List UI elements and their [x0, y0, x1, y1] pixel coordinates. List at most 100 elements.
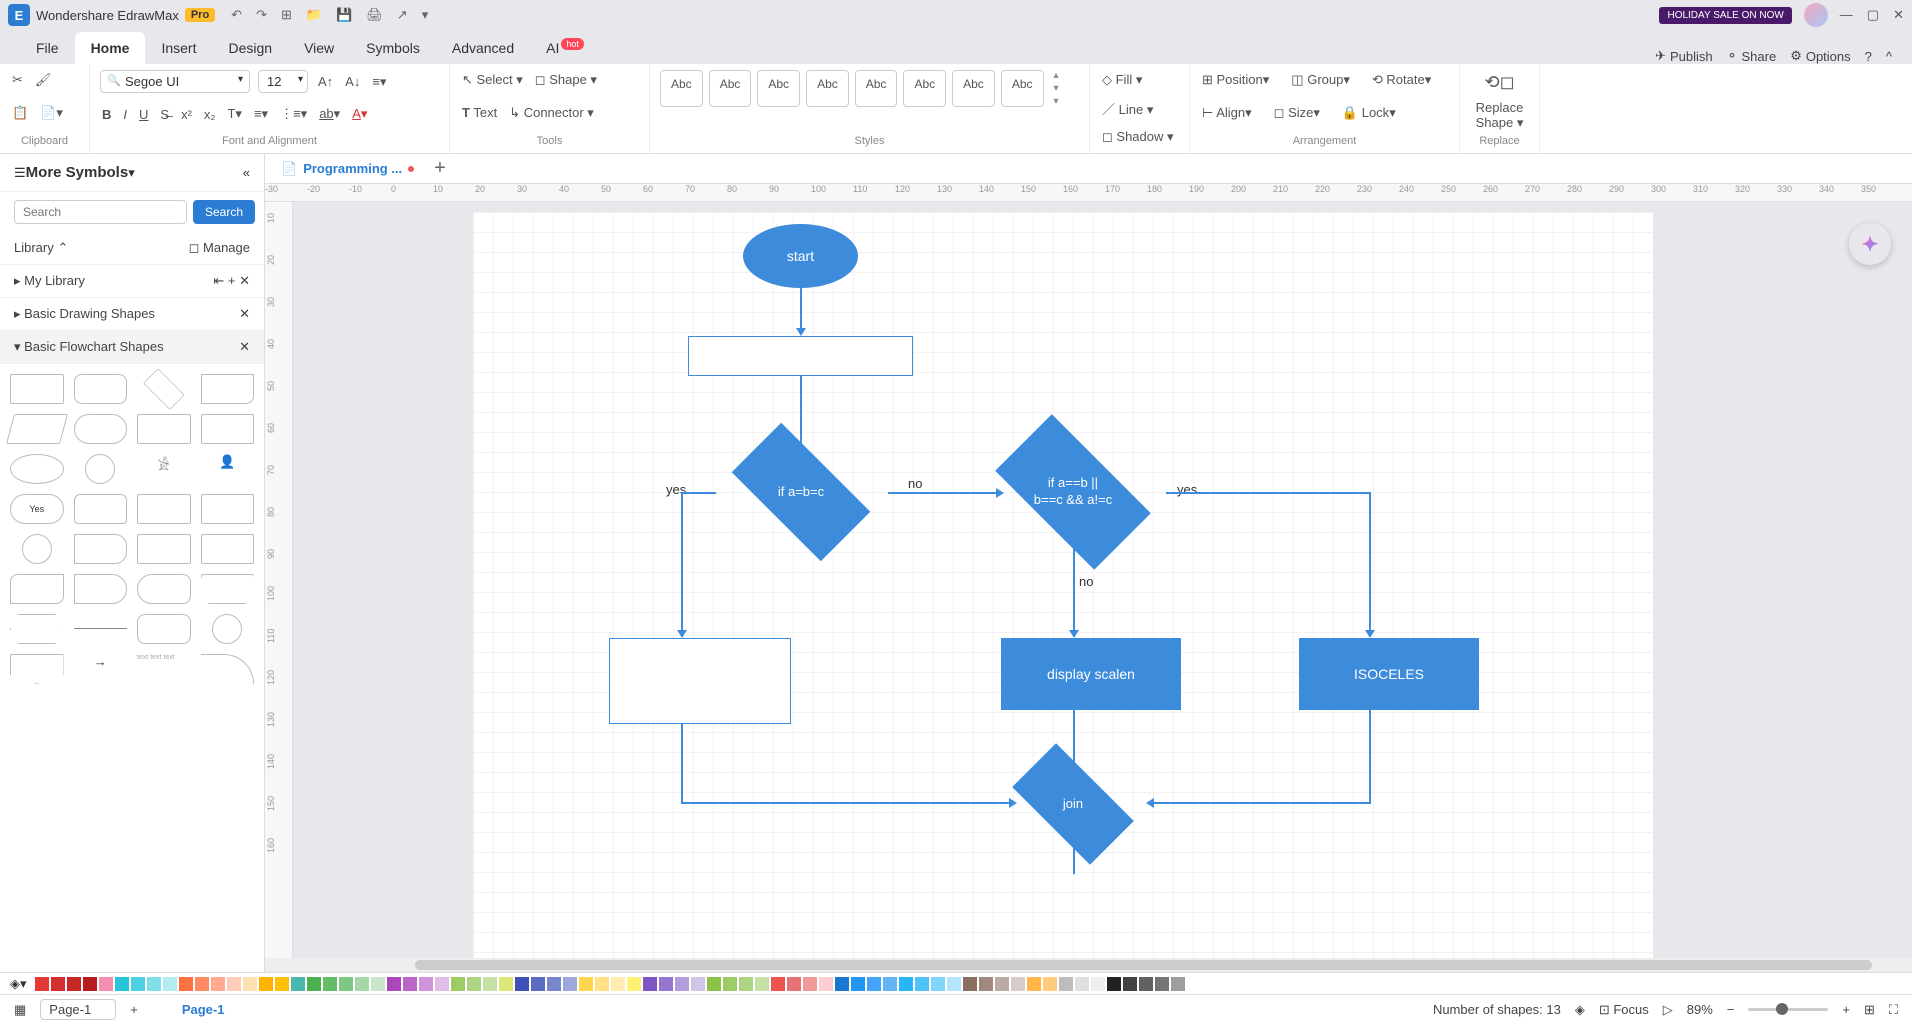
focus-button[interactable]: ⊡ Focus	[1599, 1002, 1649, 1018]
shape-search-button[interactable]: Search	[193, 200, 255, 224]
color-swatch[interactable]	[947, 977, 961, 991]
color-swatch[interactable]	[547, 977, 561, 991]
color-swatch[interactable]	[35, 977, 49, 991]
color-swatch[interactable]	[867, 977, 881, 991]
color-swatch[interactable]	[419, 977, 433, 991]
color-swatch[interactable]	[707, 977, 721, 991]
horizontal-scrollbar[interactable]	[265, 958, 1912, 972]
connector[interactable]	[681, 492, 716, 494]
node-process-empty[interactable]	[688, 336, 913, 376]
manage-link[interactable]: ◻ Manage	[189, 240, 250, 256]
color-swatch[interactable]	[643, 977, 657, 991]
category-basic-drawing[interactable]: ▸ Basic Drawing Shapes	[14, 306, 155, 322]
cut-icon[interactable]: ✂	[10, 70, 25, 90]
shape-manual-op[interactable]	[201, 574, 255, 604]
style-item[interactable]: Abc	[855, 70, 898, 107]
position-button[interactable]: ⊞ Position▾	[1200, 70, 1271, 90]
shadow-button[interactable]: ◻ Shadow ▾	[1100, 127, 1179, 147]
style-item[interactable]: Abc	[660, 70, 703, 107]
connector[interactable]	[1073, 844, 1075, 874]
connector[interactable]	[1166, 492, 1371, 494]
color-swatch[interactable]	[531, 977, 545, 991]
case-icon[interactable]: T▾	[225, 104, 243, 124]
color-swatch[interactable]	[611, 977, 625, 991]
dropdown-icon[interactable]: ▾	[128, 165, 135, 181]
color-swatch[interactable]	[963, 977, 977, 991]
replace-shape-icon[interactable]: ⟲◻	[1482, 70, 1516, 95]
connector-tool[interactable]: ↳ Connector ▾	[507, 103, 596, 123]
color-swatch[interactable]	[243, 977, 257, 991]
ai-assistant-button[interactable]: ✦	[1848, 222, 1892, 266]
connector[interactable]	[800, 288, 802, 330]
color-swatch[interactable]	[83, 977, 97, 991]
color-swatch[interactable]	[1027, 977, 1041, 991]
style-item[interactable]: Abc	[952, 70, 995, 107]
color-swatch[interactable]	[403, 977, 417, 991]
color-swatch[interactable]	[451, 977, 465, 991]
line-button[interactable]: ／ Line ▾	[1100, 97, 1179, 120]
shape-arc[interactable]	[201, 654, 255, 684]
color-swatch[interactable]	[771, 977, 785, 991]
color-swatch[interactable]	[515, 977, 529, 991]
color-swatch[interactable]	[99, 977, 113, 991]
color-swatch[interactable]	[339, 977, 353, 991]
export-icon[interactable]: ↗	[397, 7, 408, 23]
shape-predefined[interactable]	[137, 414, 191, 444]
color-swatch[interactable]	[835, 977, 849, 991]
node-isoceles[interactable]: ISOCELES	[1299, 638, 1479, 710]
color-swatch[interactable]	[227, 977, 241, 991]
connector[interactable]	[681, 492, 683, 632]
align-button[interactable]: ⊢ Align▾	[1200, 103, 1254, 123]
style-item[interactable]: Abc	[806, 70, 849, 107]
shape-diamond[interactable]	[143, 368, 184, 409]
scroll-down-icon[interactable]: ▾	[1054, 83, 1059, 94]
shape-stored-data[interactable]	[201, 534, 255, 564]
color-swatch[interactable]	[1091, 977, 1105, 991]
shape-annotation[interactable]: text text text	[137, 654, 191, 684]
shape-loop-limit[interactable]	[137, 614, 191, 644]
connector[interactable]	[1153, 802, 1371, 804]
color-swatch[interactable]	[1139, 977, 1153, 991]
collapse-sidebar-icon[interactable]: «	[243, 165, 250, 180]
add-lib-icon[interactable]: +	[228, 273, 236, 288]
zoom-slider[interactable]	[1748, 1008, 1828, 1011]
color-swatch[interactable]	[1043, 977, 1057, 991]
add-tab-button[interactable]: +	[424, 157, 456, 180]
color-swatch[interactable]	[899, 977, 913, 991]
canvas[interactable]: start if a=b=c yes no	[293, 202, 1912, 958]
shape-arrow-icon[interactable]: →	[74, 654, 128, 684]
style-item[interactable]: Abc	[757, 70, 800, 107]
bullets-icon[interactable]: ⋮≡▾	[278, 104, 309, 124]
minimize-icon[interactable]: —	[1840, 7, 1853, 23]
color-swatch[interactable]	[483, 977, 497, 991]
close-icon[interactable]: ✕	[1893, 7, 1904, 23]
color-swatch[interactable]	[1107, 977, 1121, 991]
color-swatch[interactable]	[51, 977, 65, 991]
size-button[interactable]: ◻ Size▾	[1272, 103, 1322, 123]
color-swatch[interactable]	[579, 977, 593, 991]
shape-tape[interactable]	[10, 574, 64, 604]
publish-button[interactable]: ✈ Publish	[1655, 48, 1713, 64]
shape-rect[interactable]	[10, 374, 64, 404]
color-swatch[interactable]	[435, 977, 449, 991]
color-swatch[interactable]	[883, 977, 897, 991]
color-swatch[interactable]	[211, 977, 225, 991]
color-swatch[interactable]	[131, 977, 145, 991]
node-display-scalen[interactable]: display scalen	[1001, 638, 1181, 710]
shape-search-input[interactable]	[14, 200, 187, 224]
style-item[interactable]: Abc	[903, 70, 946, 107]
redo-icon[interactable]: ↷	[256, 7, 267, 23]
page-layout-icon[interactable]: ▦	[14, 1002, 26, 1018]
shape-document[interactable]	[201, 374, 255, 404]
color-swatch[interactable]	[1075, 977, 1089, 991]
font-size-combo[interactable]: 12	[258, 70, 308, 93]
library-label[interactable]: Library ⌃	[14, 240, 68, 256]
menu-advanced[interactable]: Advanced	[436, 32, 530, 64]
close-lib-icon[interactable]: ✕	[239, 273, 250, 288]
shape-summing[interactable]	[212, 614, 242, 644]
present-icon[interactable]: ▷	[1663, 1002, 1673, 1018]
format-painter-icon[interactable]: 🖌	[33, 70, 54, 90]
fill-button[interactable]: ◇ Fill ▾	[1100, 70, 1179, 90]
fullscreen-icon[interactable]: ⛶	[1889, 1002, 1898, 1018]
highlight-icon[interactable]: ab▾	[317, 104, 342, 124]
